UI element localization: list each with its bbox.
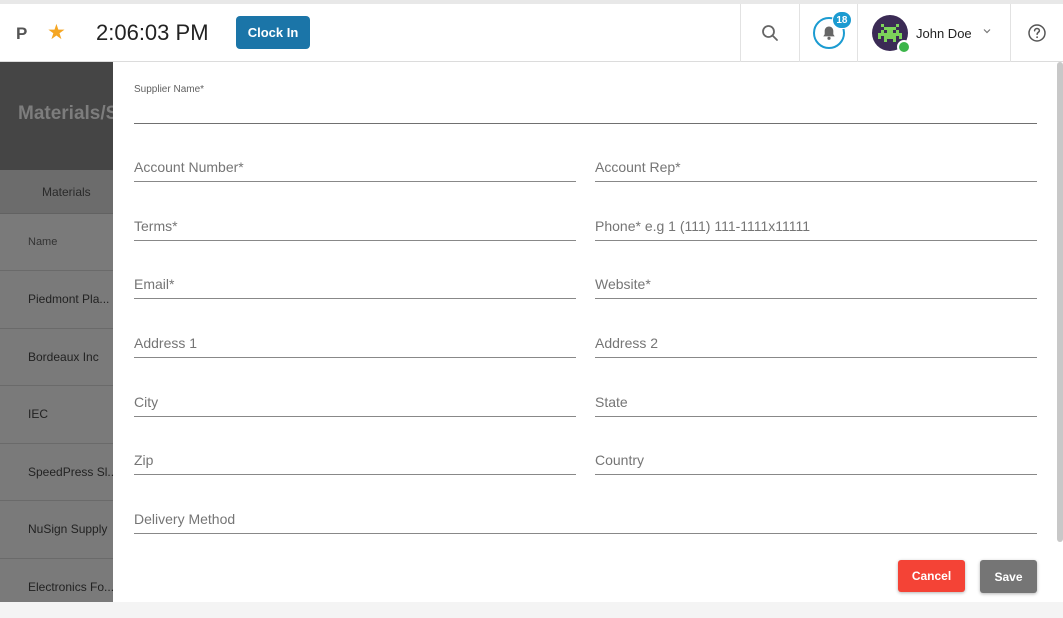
table-row: Bordeaux Inc	[0, 329, 113, 386]
supplier-name-field[interactable]: Supplier Name*	[134, 84, 1037, 124]
notification-count-badge: 18	[832, 11, 852, 29]
terms-field[interactable]: Terms*	[134, 211, 576, 241]
bottom-strip	[0, 602, 1063, 618]
zip-label: Zip	[134, 452, 154, 468]
favorite-star-icon[interactable]: ★	[47, 20, 66, 45]
cancel-button[interactable]: Cancel	[898, 560, 965, 592]
user-menu[interactable]: John Doe	[858, 4, 1010, 62]
address2-field[interactable]: Address 2	[595, 328, 1037, 358]
background-header: Materials/Su	[0, 62, 113, 170]
notifications-button[interactable]: 18	[800, 4, 857, 62]
page-title: Materials/Su	[18, 103, 113, 124]
current-time: 2:06:03 PM	[96, 20, 209, 45]
app-logo[interactable]: P	[16, 24, 27, 44]
scrollbar[interactable]	[1057, 62, 1063, 542]
table-row: NuSign Supply	[0, 501, 113, 559]
address1-field[interactable]: Address 1	[134, 328, 576, 358]
supplier-name-label: Supplier Name*	[134, 84, 205, 95]
delivery-method-label: Delivery Method	[134, 511, 236, 527]
city-label: City	[134, 394, 159, 410]
chevron-down-icon	[983, 29, 991, 34]
table-row: Piedmont Pla...	[0, 271, 113, 329]
tab-materials: Materials	[0, 170, 113, 214]
table-row: IEC	[0, 386, 113, 444]
search-button[interactable]	[741, 4, 799, 62]
top-bar: P ★ 2:06:03 PM Clock In 18 John Doe	[0, 0, 1063, 62]
terms-label: Terms*	[134, 218, 178, 234]
help-icon	[1028, 24, 1046, 42]
online-status-icon	[897, 40, 911, 54]
country-field[interactable]: Country	[595, 445, 1037, 475]
clock-in-button[interactable]: Clock In	[236, 16, 310, 49]
address1-label: Address 1	[134, 335, 198, 351]
user-name: John Doe	[916, 26, 972, 41]
table-row: SpeedPress Sl...	[0, 444, 113, 501]
website-label: Website*	[595, 276, 651, 292]
bell-icon	[822, 26, 835, 40]
country-label: Country	[595, 452, 645, 468]
avatar	[872, 15, 911, 54]
background-page: Materials/Su Materials Name Piedmont Pla…	[0, 62, 113, 602]
column-header-name: Name	[0, 214, 113, 271]
supplier-dialog: Supplier Name* Account Number* Account R…	[113, 62, 1063, 602]
table-row: Electronics Fo...	[0, 559, 113, 603]
address2-label: Address 2	[595, 335, 659, 351]
phone-label: Phone* e.g 1 (111) 111-1111x11111	[595, 218, 811, 234]
email-field[interactable]: Email*	[134, 269, 576, 299]
delivery-method-field[interactable]: Delivery Method	[134, 504, 1037, 534]
state-field[interactable]: State	[595, 387, 1037, 417]
account-rep-label: Account Rep*	[595, 159, 681, 175]
account-rep-field[interactable]: Account Rep*	[595, 152, 1037, 182]
save-button[interactable]: Save	[980, 560, 1037, 593]
search-icon	[762, 25, 778, 41]
website-field[interactable]: Website*	[595, 269, 1037, 299]
account-number-field[interactable]: Account Number*	[134, 152, 576, 182]
help-button[interactable]	[1011, 4, 1063, 62]
email-label: Email*	[134, 276, 175, 292]
state-label: State	[595, 394, 628, 410]
phone-field[interactable]: Phone* e.g 1 (111) 111-1111x11111	[595, 211, 1037, 241]
zip-field[interactable]: Zip	[134, 445, 576, 475]
city-field[interactable]: City	[134, 387, 576, 417]
account-number-label: Account Number*	[134, 159, 244, 175]
